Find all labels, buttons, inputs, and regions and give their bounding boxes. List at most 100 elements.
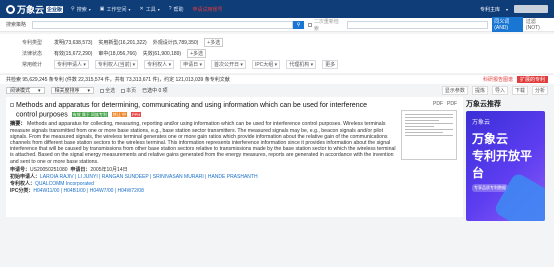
filter-option[interactable]: 失效(61,900,189) <box>143 50 181 57</box>
checkbox-box <box>100 88 105 93</box>
search-icon: ⚲ <box>296 21 301 28</box>
nav-item-search[interactable]: ⚲ 搜索 ▾ <box>71 6 91 13</box>
briefcase-icon: ▣ <box>99 6 105 12</box>
meta-row-application: 申请号：US20050251080 申请日：2005年10月14日 <box>10 167 459 174</box>
meta-row-ipc: IPC分类：H04W11/00 | H04B1/00 | H04W7/00 | … <box>10 188 459 195</box>
requery-label: 二次重新检索 <box>313 18 339 32</box>
thumbnail-line <box>405 114 453 115</box>
refine-button[interactable]: 提炼 <box>471 86 488 95</box>
thumbnail-line <box>405 129 453 130</box>
stat-dropdown[interactable]: IPC大组 ▾ <box>251 60 281 69</box>
filter-label: 常用统计 <box>22 62 43 68</box>
assignee-link[interactable]: QUALCOMM Incorporated <box>35 181 94 187</box>
help-icon: ? <box>168 6 172 12</box>
nav-item-trial[interactable]: 申请试用账号 <box>193 6 223 13</box>
promo-banner[interactable]: 万象云 万象云 专利开放平台 专享品质专利数据 <box>466 111 545 221</box>
patent-drawing-thumbnail[interactable] <box>401 110 457 160</box>
fulltext-pdf-link[interactable]: PDF <box>433 101 443 107</box>
transfer-badge: 转让 中 <box>111 112 128 117</box>
logo[interactable]: 万象云 企业版 <box>6 3 64 16</box>
nav-item-label: 帮助 <box>173 6 184 13</box>
database-switch[interactable]: 专利主库 <box>480 6 500 13</box>
requery-checkbox[interactable]: 二次重新检索 <box>308 18 341 32</box>
stat-dropdown[interactable]: 更多 <box>322 60 339 69</box>
inventor-label: 初始申请人： <box>10 173 41 180</box>
filter-option[interactable]: 有效(15,672,290) <box>54 50 92 57</box>
filter-option[interactable]: 发明(73,638,573) <box>54 39 92 46</box>
analyze-button[interactable]: 分析 <box>531 86 548 95</box>
nav-item-label: 工作空间 <box>106 6 127 13</box>
filter-option[interactable]: 实用新型(16,201,322) <box>98 39 146 46</box>
selected-count: 已选中 0 项 <box>142 88 168 94</box>
checkbox-box <box>308 22 312 27</box>
filter-option[interactable]: 外观设计(5,789,350) <box>153 39 199 46</box>
stat-dropdown[interactable]: 首次公开日 ▾ <box>211 60 246 69</box>
stat-dropdown[interactable]: 代理机构 ▾ <box>286 60 317 69</box>
search-bar: 搜索策略 ⚲ 二次重新检索 同义词(AND) 过滤(NOT) <box>0 17 554 32</box>
stat-dropdown[interactable]: 专利权人 ▾ <box>144 60 175 69</box>
select-all-label: 全选 <box>105 88 116 94</box>
stat-dropdown[interactable]: 专利权人(当前) ▾ <box>94 60 139 69</box>
stat-dropdown[interactable]: 专利申请人 ▾ <box>54 60 89 69</box>
filter-not-button[interactable]: 过滤(NOT) <box>526 18 548 31</box>
main-nav: ⚲ 搜索 ▾ ▣ 工作空间 ▾ ✕ 工具 ▾ ? 帮助 申请试用账号 <box>71 6 223 13</box>
summary-actions: 科研报告图谱 扩展的专利 <box>483 76 548 83</box>
ipc-label: IPC分类： <box>10 187 34 194</box>
result-title[interactable]: Methods and apparatus for determining, c… <box>16 102 367 118</box>
checkbox-box <box>121 88 126 93</box>
toolbar-actions: 显示参数 提炼 导入 下载 分析 <box>441 86 548 95</box>
chevron-down-icon: ▾ <box>157 6 160 12</box>
wrench-icon: ✕ <box>139 6 144 12</box>
search-scope-select[interactable] <box>347 20 489 29</box>
inventor-links[interactable]: LAROIA RAJIV | LI JUNYI | RANGAN SUNDEEP… <box>40 174 258 180</box>
sort-select[interactable]: 相关度排序 ▾ <box>50 87 95 94</box>
app-no-value: US20050251080 <box>30 166 68 173</box>
search-icon: ⚲ <box>71 6 75 12</box>
result-checkbox[interactable] <box>10 103 14 107</box>
nav-item-help[interactable]: ? 帮助 <box>169 6 184 13</box>
synonym-and-button[interactable]: 同义词(AND) <box>492 17 523 32</box>
thumbnail-line <box>405 120 439 121</box>
select-all-checkbox[interactable]: 全选 <box>100 87 115 94</box>
select-page-checkbox[interactable]: 本页 <box>121 87 136 94</box>
search-input[interactable] <box>31 20 293 29</box>
stat-dropdown-label: 专利权人 <box>147 62 168 68</box>
thumbnail-line <box>405 132 444 133</box>
chevron-down-icon: ▾ <box>128 6 131 12</box>
import-button[interactable]: 导入 <box>491 86 508 95</box>
nav-item-workspace[interactable]: ▣ 工作空间 ▾ <box>100 6 131 13</box>
stat-dropdown-label: 专利申请人 <box>57 62 83 68</box>
status-badge: 有效 属于 同族专利 <box>71 112 108 117</box>
show-params-button[interactable]: 显示参数 <box>441 86 468 95</box>
stat-dropdown[interactable]: 申请日 ▾ <box>180 60 206 69</box>
abstract-label: 摘要： <box>10 121 26 128</box>
filter-row-status: 法律状态 有效(15,672,290) 审中(18,056,766) 失效(61… <box>22 48 548 59</box>
abstract-text: Methods and apparatus for collecting, me… <box>10 121 396 165</box>
user-account[interactable] <box>514 5 548 13</box>
multi-select-button[interactable]: +多选 <box>204 38 224 47</box>
search-button[interactable]: ⚲ <box>292 20 305 29</box>
download-button[interactable]: 下载 <box>511 86 528 95</box>
search-label: 搜索策略 <box>6 22 27 28</box>
filter-row-stats: 常用统计 专利申请人 ▾ 专利权人(当前) ▾ 专利权人 ▾ 申请日 ▾ 首次公… <box>22 59 548 70</box>
view-mode-select[interactable]: 阅读模式 ▾ <box>6 87 45 94</box>
report-link[interactable]: 科研报告图谱 <box>483 76 513 83</box>
promo-subheading: 专利开放平台 <box>472 149 533 180</box>
logo-sub-badge: 企业版 <box>46 5 64 13</box>
stat-dropdown-label: IPC大组 <box>254 62 274 68</box>
filter-label: 专利类型 <box>22 40 43 46</box>
assignee-label: 专利权人： <box>10 180 36 187</box>
chevron-down-icon: ▾ <box>88 6 91 12</box>
summary-text: 共检索 95,629,245 条专利 (件数 22,315,574 件，共有 7… <box>6 77 230 83</box>
promo-brand: 万象云 <box>472 120 491 126</box>
download-pdf-link[interactable]: PDF <box>447 101 457 107</box>
extend-button[interactable]: 扩展的专利 <box>516 76 548 83</box>
multi-select-button[interactable]: +多选 <box>187 49 206 58</box>
recommend-sidebar: 万象云推荐 万象云 万象云 专利开放平台 专享品质专利数据 <box>466 97 545 221</box>
filter-option[interactable]: 审中(18,056,766) <box>98 50 136 57</box>
ipc-links[interactable]: H04W11/00 | H04B1/00 | H04W7/00 | H04W72… <box>33 188 144 194</box>
nav-item-tools[interactable]: ✕ 工具 ▾ <box>140 6 160 13</box>
result-title-block: Methods and apparatus for determining, c… <box>16 101 384 119</box>
stat-dropdown-label: 申请日 <box>183 62 199 68</box>
nav-item-label: 工具 <box>145 6 156 13</box>
